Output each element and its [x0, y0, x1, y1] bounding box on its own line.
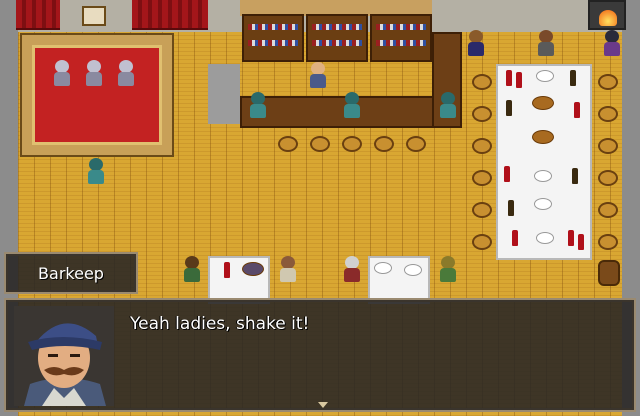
bar-stool	[598, 234, 618, 250]
patron-npc	[602, 30, 622, 56]
barkeep-face-icon	[14, 306, 114, 406]
roast-dish	[532, 96, 554, 110]
fireplace	[588, 0, 626, 30]
speaker-name: Barkeep	[38, 264, 104, 283]
barrel	[598, 260, 620, 286]
wine-bottle	[568, 230, 574, 246]
bar-stool	[598, 106, 618, 122]
stage	[20, 33, 174, 157]
right-curtain	[132, 0, 208, 30]
patron-npc	[438, 92, 458, 118]
wine-bottle	[504, 166, 510, 182]
wine-bottle	[572, 168, 578, 184]
liquor-shelf	[370, 14, 432, 62]
speaker-name-window: Barkeep	[4, 252, 138, 294]
liquor-shelf	[242, 14, 304, 62]
bar-stool	[472, 74, 492, 90]
patron-npc	[278, 256, 298, 282]
patron-npc	[248, 92, 268, 118]
bar-stool	[598, 138, 618, 154]
bar-stool	[598, 74, 618, 90]
bar-stool	[406, 136, 426, 152]
bar-stool	[310, 136, 330, 152]
wine-bottle	[578, 234, 584, 250]
patron-npc	[182, 256, 202, 282]
bar-side-wall	[208, 64, 240, 124]
bar-stool	[374, 136, 394, 152]
dancer-npc	[116, 60, 136, 86]
patron-npc	[342, 256, 362, 282]
dialogue-window[interactable]: Yeah ladies, shake it!	[4, 298, 636, 412]
bar-stool	[598, 170, 618, 186]
wine-bottle	[516, 72, 522, 88]
dialogue-message: Yeah ladies, shake it!	[130, 314, 310, 334]
notice-sign	[82, 6, 106, 26]
down-arrow-icon[interactable]	[318, 402, 328, 408]
plate	[536, 232, 554, 244]
plate	[374, 262, 392, 274]
barkeep-npc	[308, 62, 328, 88]
wine-bottle	[508, 200, 514, 216]
plate	[404, 264, 422, 276]
wine-bottle	[570, 70, 576, 86]
bar-stool	[342, 136, 362, 152]
bar-stool	[472, 234, 492, 250]
patron-npc	[438, 256, 458, 282]
wine-bottle	[506, 70, 512, 86]
wine-bottle	[506, 100, 512, 116]
wine-bottle	[512, 230, 518, 246]
wine-bottle	[574, 102, 580, 118]
dancer-npc	[84, 60, 104, 86]
patron-npc	[342, 92, 362, 118]
bar-stool	[472, 106, 492, 122]
bar-stool	[598, 202, 618, 218]
wine-bottle	[224, 262, 230, 278]
plate	[536, 70, 554, 82]
liquor-shelf	[306, 14, 368, 62]
banquet-table	[496, 64, 592, 260]
plate	[534, 170, 552, 182]
bar-stool	[472, 170, 492, 186]
left-curtain	[16, 0, 60, 30]
bar-stool	[472, 138, 492, 154]
patron-npc	[536, 30, 556, 56]
patron-npc	[86, 158, 106, 184]
fire-icon	[599, 10, 617, 26]
bar-stool	[472, 202, 492, 218]
patron-npc	[466, 30, 486, 56]
dancer-npc	[52, 60, 72, 86]
speaker-portrait	[14, 306, 114, 406]
roast-dish	[532, 130, 554, 144]
roast-dish	[242, 262, 264, 276]
bar-stool	[278, 136, 298, 152]
plate	[534, 198, 552, 210]
